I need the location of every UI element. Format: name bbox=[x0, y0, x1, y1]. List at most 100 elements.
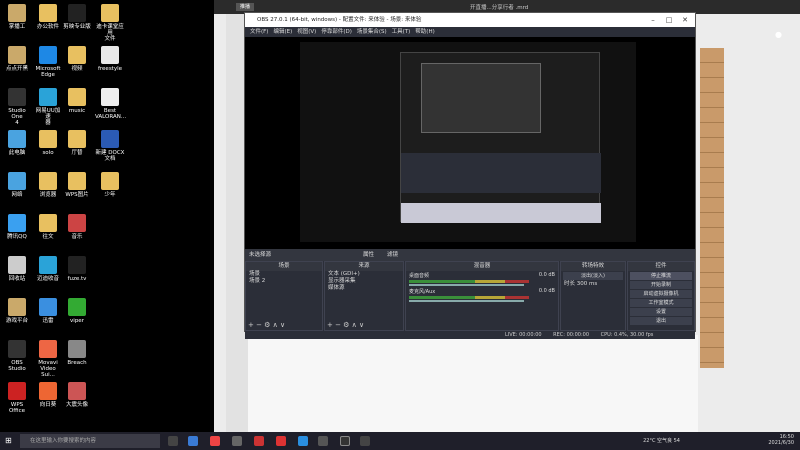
duration-field[interactable]: 时长 300 ms bbox=[561, 281, 625, 288]
maximize-button[interactable]: □ bbox=[661, 13, 677, 27]
desktop-icon[interactable]: 迈迪收音 bbox=[33, 256, 63, 282]
app-icon bbox=[8, 172, 26, 190]
menu-item[interactable]: 停靠部件(D) bbox=[321, 29, 352, 35]
app-icon[interactable] bbox=[360, 436, 370, 446]
scene-item[interactable]: 场景 2 bbox=[246, 278, 322, 285]
app-icon bbox=[39, 256, 57, 274]
desktop-icon[interactable]: Best VALORAN... bbox=[95, 88, 126, 120]
background-window-tab[interactable]: 推播 bbox=[236, 3, 254, 11]
properties-button[interactable]: 属性 bbox=[363, 249, 374, 261]
menu-item[interactable]: 工具(T) bbox=[392, 29, 411, 35]
desktop-icon-label: 厅替 bbox=[71, 150, 83, 156]
desktop-icon[interactable]: 音乐 bbox=[62, 214, 92, 240]
desktop-icon[interactable]: 掌播工 bbox=[2, 4, 32, 30]
desktop-icon-label: Studio One 4 bbox=[8, 108, 26, 126]
desktop-icon[interactable]: 网易UU加速 器 bbox=[33, 88, 63, 126]
source-toolbar: 未选择源 属性 滤镜 bbox=[245, 249, 695, 261]
transition-select[interactable]: 淡出(淡入) bbox=[563, 272, 623, 280]
desktop-icon[interactable]: music bbox=[62, 88, 92, 114]
desktop-icon[interactable]: 迅雷 bbox=[33, 298, 63, 324]
desktop-icon-label: fuze.tv bbox=[67, 276, 87, 282]
settings-button[interactable]: 设置 bbox=[630, 308, 692, 316]
desktop-icon-label: 点点开黑 bbox=[5, 66, 28, 72]
app-icon bbox=[39, 4, 57, 22]
desktop-icon[interactable]: solo bbox=[33, 130, 63, 156]
menu-item[interactable]: 帮助(H) bbox=[415, 29, 434, 35]
close-button[interactable]: ✕ bbox=[677, 13, 693, 27]
clock[interactable]: 16:50 2021/6/30 bbox=[768, 434, 794, 446]
volume-slider[interactable] bbox=[409, 284, 524, 286]
menu-item[interactable]: 编辑(E) bbox=[273, 29, 292, 35]
menu-item[interactable]: 文件(F) bbox=[250, 29, 268, 35]
desktop-icon[interactable]: 此电脑 bbox=[2, 130, 32, 156]
desktop-icon[interactable]: Breach bbox=[62, 340, 92, 366]
desktop-icon[interactable]: 往文 bbox=[33, 214, 63, 240]
desktop-icon[interactable]: 剪映专业版 bbox=[62, 4, 92, 30]
exit-button[interactable]: 退出 bbox=[630, 317, 692, 325]
nested-obs-capture bbox=[400, 52, 601, 223]
desktop-icon[interactable]: 办公软件 bbox=[33, 4, 63, 30]
app-icon bbox=[8, 298, 26, 316]
app-icon bbox=[8, 130, 26, 148]
desktop-icon[interactable]: WPS图片 bbox=[62, 172, 92, 198]
start-recording-button[interactable]: 开始录制 bbox=[630, 281, 692, 289]
desktop-icon[interactable]: WPS Office bbox=[2, 382, 32, 414]
desktop-icon[interactable]: 点点开黑 bbox=[2, 46, 32, 72]
transitions-dock: 转场特效 淡出(淡入) 时长 300 ms bbox=[560, 261, 626, 331]
desktop-icon[interactable]: 腾讯QQ bbox=[2, 214, 32, 240]
virtual-camera-button[interactable]: 启动虚拟摄像机 bbox=[630, 290, 692, 298]
desktop-icon-label: 办公软件 bbox=[36, 24, 59, 30]
studio-mode-button[interactable]: 工作室模式 bbox=[630, 299, 692, 307]
app-icon bbox=[39, 382, 57, 400]
desktop-icon-label: 迈迪收音 bbox=[36, 276, 59, 282]
menu-item[interactable]: 场景集合(S) bbox=[357, 29, 387, 35]
stop-streaming-button[interactable]: 停止推流 bbox=[630, 272, 692, 280]
scene-item[interactable]: 场景 bbox=[246, 271, 322, 278]
desktop-icon[interactable]: 少年 bbox=[95, 172, 125, 198]
task-view-icon[interactable] bbox=[168, 436, 178, 446]
desktop-icon[interactable]: 网络 bbox=[2, 172, 32, 198]
desktop-icon[interactable]: 厅替 bbox=[62, 130, 92, 156]
desktop-icon[interactable]: Movavi Video Sui... bbox=[33, 340, 63, 378]
app-icon bbox=[101, 46, 119, 64]
desktop-icon[interactable]: 浏览器 bbox=[33, 172, 63, 198]
source-item[interactable]: 显示器采集 bbox=[325, 278, 403, 285]
files-icon[interactable] bbox=[318, 436, 328, 446]
desktop-icon[interactable]: 游戏平台 bbox=[2, 298, 32, 324]
app-icon bbox=[39, 298, 57, 316]
weather-widget[interactable]: 22°C 空气良 54 bbox=[643, 438, 680, 444]
source-tools[interactable]: + − ⚙ ∧ ∨ bbox=[327, 321, 364, 329]
desktop-icon[interactable]: 视频 bbox=[62, 46, 92, 72]
side-avatar-icon[interactable]: ● bbox=[775, 30, 782, 39]
obs-taskbar-icon[interactable] bbox=[340, 436, 350, 446]
desktop-icon[interactable]: OBS Studio bbox=[2, 340, 32, 372]
mail-app-icon[interactable] bbox=[188, 436, 198, 446]
scene-tools[interactable]: + − ⚙ ∧ ∨ bbox=[248, 321, 285, 329]
desktop-icon[interactable]: Studio One 4 bbox=[2, 88, 32, 126]
windows-start-icon[interactable]: ⊞ bbox=[5, 436, 12, 445]
desktop-icon[interactable]: viper bbox=[62, 298, 92, 324]
filters-button[interactable]: 滤镜 bbox=[387, 249, 398, 261]
search-input[interactable]: 在这里输入你要搜索的内容 bbox=[20, 434, 160, 448]
obs-preview[interactable] bbox=[245, 37, 695, 249]
player-icon[interactable] bbox=[254, 436, 264, 446]
desktop-icon[interactable]: 迪卡课堂应用 文件 bbox=[95, 4, 125, 42]
chrome-icon[interactable] bbox=[210, 436, 220, 446]
desktop-icon-label: 新建 DOCX 文档 bbox=[95, 150, 125, 162]
sources-header: 来源 bbox=[325, 262, 403, 271]
desktop-icon[interactable]: 大震头像 bbox=[62, 382, 92, 408]
source-item[interactable]: 文本 (GDI+) bbox=[325, 271, 403, 278]
desktop-icon[interactable]: 向日葵 bbox=[33, 382, 63, 408]
weibo-icon[interactable] bbox=[276, 436, 286, 446]
desktop-icon[interactable]: fuze.tv bbox=[62, 256, 92, 282]
desktop-icon[interactable]: 回收站 bbox=[2, 256, 32, 282]
browser-icon[interactable] bbox=[298, 436, 308, 446]
source-item[interactable]: 媒体源 bbox=[325, 285, 403, 292]
desktop-icon[interactable]: Microsoft Edge bbox=[33, 46, 63, 78]
terminal-icon[interactable] bbox=[232, 436, 242, 446]
desktop-icon[interactable]: freestyle bbox=[95, 46, 125, 72]
desktop-icon[interactable]: 新建 DOCX 文档 bbox=[95, 130, 125, 162]
minimize-button[interactable]: – bbox=[645, 13, 661, 27]
volume-slider[interactable] bbox=[409, 300, 524, 302]
menu-item[interactable]: 视图(V) bbox=[297, 29, 316, 35]
